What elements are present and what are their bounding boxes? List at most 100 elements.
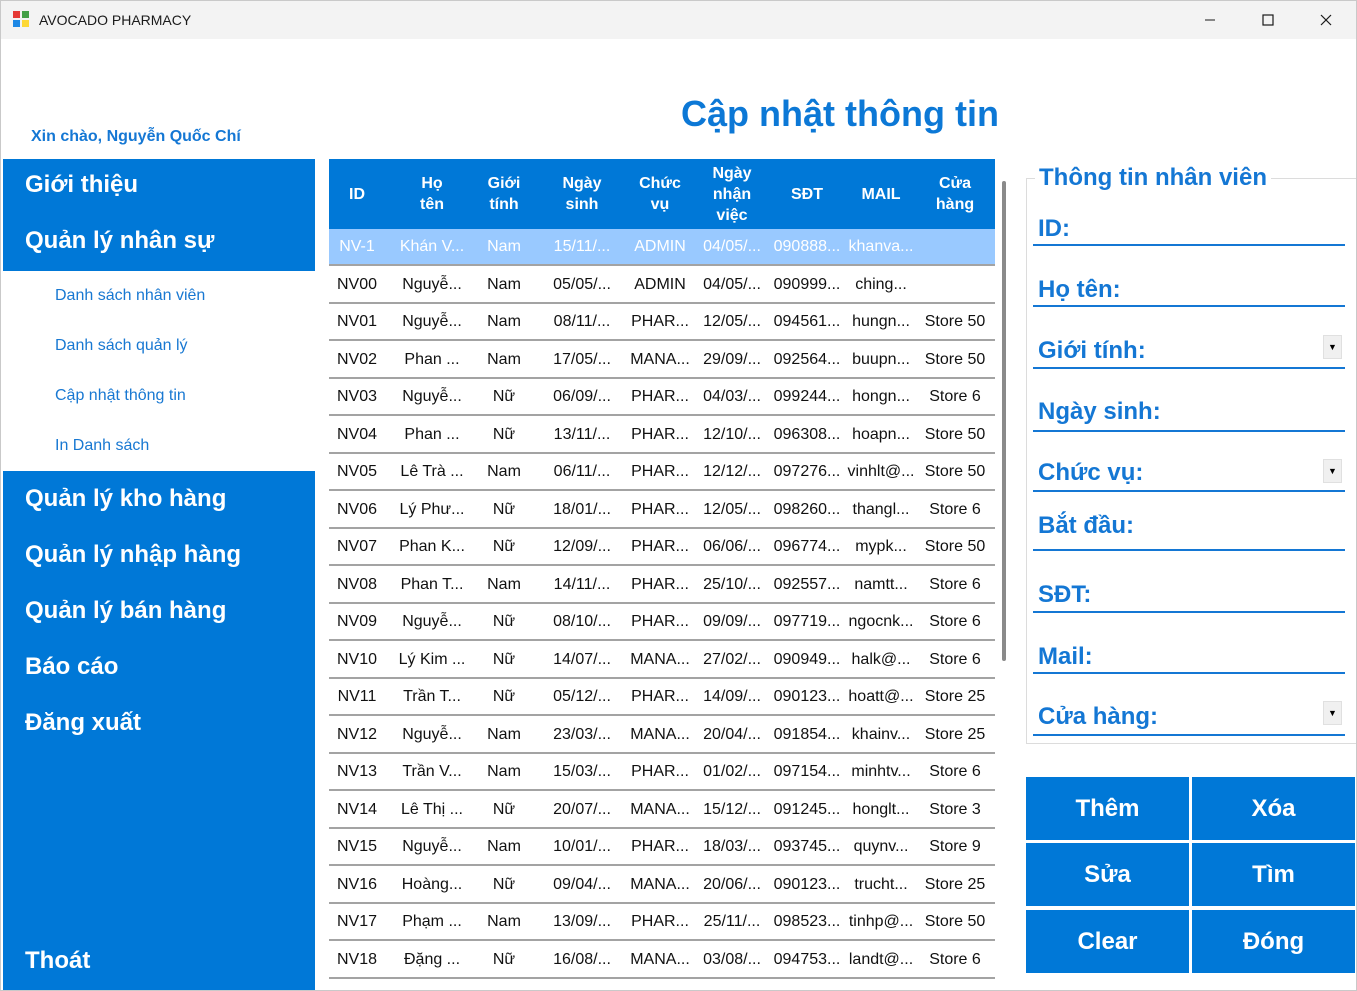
cell-mail: hungn...: [852, 313, 910, 330]
cell-birthdate: 16/08/...: [553, 950, 611, 968]
cell-mail: quynv...: [853, 838, 909, 855]
column-header-store[interactable]: Cửa hàng: [917, 159, 993, 229]
cell-phone: 096774...: [773, 538, 841, 555]
nav-danh-sach-quan-ly[interactable]: Danh sách quản lý: [55, 337, 188, 355]
column-header-line: Cửa: [938, 175, 972, 192]
cell-gender: Nữ: [492, 650, 516, 668]
cell-gender: Nam: [487, 575, 521, 593]
cell-store: Store 50: [924, 425, 986, 443]
table-row[interactable]: NV05 Lê Trà ... Nam 06/11/... PHAR... 12/12/.…: [329, 454, 995, 491]
cell-gender: Nam: [487, 313, 521, 330]
table-row[interactable]: NV03 Nguyễ... Nữ 06/09/... PHAR... 04/03/... 0…: [329, 379, 995, 416]
employee-grid[interactable]: ID Họ tên Giới tính Ngày sinh Chức vụ Ngày nhận việ…: [329, 159, 995, 979]
maximize-button[interactable]: [1239, 1, 1297, 39]
cell-store: Store 6: [929, 388, 981, 405]
column-header-phone[interactable]: SĐT: [769, 159, 845, 229]
field-gender-label: Giới tính:: [1038, 337, 1146, 364]
cell-mail: ngocnk...: [848, 613, 914, 630]
table-row[interactable]: NV08 Phan T... Nam 14/11/... PHAR... 25/10/..…: [329, 566, 995, 604]
nav-quan-ly-ban-hang[interactable]: Quản lý bán hàng: [25, 597, 226, 625]
column-header-name[interactable]: Họ tên: [395, 159, 469, 229]
store-dropdown-button[interactable]: ▼: [1323, 701, 1342, 725]
table-row[interactable]: NV13 Trần V... Nam 15/03/... PHAR... 01/02/..…: [329, 754, 995, 791]
column-header-line: việc: [716, 206, 748, 224]
field-mail-input[interactable]: [1033, 672, 1345, 674]
close-icon: [1320, 14, 1332, 26]
field-gender-select[interactable]: [1033, 367, 1345, 369]
column-header-gender[interactable]: Giới tính: [469, 159, 539, 229]
sidebar: Giới thiệu Quản lý nhân sự Danh sách nhâ…: [3, 159, 315, 990]
column-header-mail[interactable]: MAIL: [845, 159, 917, 229]
close-form-button[interactable]: Đóng: [1192, 910, 1355, 973]
table-row[interactable]: NV00 Nguyễ... Nam 05/05/... ADMIN 04/05/... 09…: [329, 266, 995, 304]
nav-quan-ly-nhan-su[interactable]: Quản lý nhân sự: [25, 227, 214, 255]
add-button[interactable]: Thêm: [1026, 777, 1189, 840]
table-row[interactable]: NV12 Nguyễ... Nam 23/03/... MANA... 20/04/...…: [329, 716, 995, 754]
cell-birthdate: 12/09/...: [553, 538, 611, 555]
field-start-input[interactable]: [1033, 549, 1345, 551]
cell-name: Trần T...: [403, 688, 461, 705]
cell-gender: Nữ: [492, 613, 516, 630]
column-header-birthdate[interactable]: Ngày sinh: [539, 159, 625, 229]
find-button[interactable]: Tìm: [1192, 843, 1355, 906]
table-row[interactable]: NV16 Hoàng... Nữ 09/04/... MANA... 20/06/... 0…: [329, 866, 995, 904]
cell-birthdate: 15/11/...: [553, 238, 611, 255]
nav-in-danh-sach[interactable]: In Danh sách: [55, 437, 149, 455]
nav-gioi-thieu[interactable]: Giới thiệu: [25, 171, 138, 199]
table-row[interactable]: NV18 Đặng ... Nữ 16/08/... MANA... 03/08/... 0…: [329, 941, 995, 979]
close-button[interactable]: [1297, 1, 1355, 39]
table-row[interactable]: NV04 Phan ... Nữ 13/11/... PHAR... 12/10/... 0…: [329, 416, 995, 454]
table-row[interactable]: NV07 Phan K... Nữ 12/09/... PHAR... 06/06/...…: [329, 529, 995, 566]
position-dropdown-button[interactable]: ▼: [1323, 459, 1342, 483]
cell-mail: halk@...: [851, 650, 911, 668]
edit-button[interactable]: Sửa: [1026, 843, 1189, 906]
table-row[interactable]: NV14 Lê Thị ... Nữ 20/07/... MANA... 15/12/..…: [329, 791, 995, 829]
column-header-id[interactable]: ID: [329, 159, 385, 229]
grid-scrollbar[interactable]: [1002, 181, 1006, 661]
field-id-input[interactable]: [1033, 244, 1345, 246]
table-row[interactable]: NV10 Lý Kim ... Nữ 14/07/... MANA... 27/02/..…: [329, 641, 995, 679]
cell-start-date: 29/09/...: [703, 350, 761, 368]
gender-dropdown-button[interactable]: ▼: [1323, 335, 1342, 359]
field-position-select[interactable]: [1033, 490, 1345, 492]
nav-thoat[interactable]: Thoát: [25, 947, 90, 975]
cell-birthdate: 10/01/...: [553, 838, 611, 855]
nav-cap-nhat-thong-tin[interactable]: Cập nhật thông tin: [55, 387, 186, 405]
nav-dang-xuat[interactable]: Đăng xuất: [25, 709, 141, 737]
minimize-button[interactable]: [1181, 1, 1239, 39]
table-row[interactable]: NV01 Nguyễ... Nam 08/11/... PHAR... 12/05/...…: [329, 304, 995, 341]
cell-birthdate: 14/07/...: [553, 650, 611, 668]
cell-id: NV04: [336, 425, 378, 443]
cell-mail: khainv...: [851, 725, 911, 743]
nav-quan-ly-kho-hang[interactable]: Quản lý kho hàng: [25, 485, 226, 513]
table-row[interactable]: NV-1 Khán V... Nam 15/11/... ADMIN 04/05/... 0…: [329, 229, 995, 266]
delete-button[interactable]: Xóa: [1192, 777, 1355, 840]
nav-quan-ly-nhap-hang[interactable]: Quản lý nhập hàng: [25, 541, 241, 569]
nav-danh-sach-nhan-vien[interactable]: Danh sách nhân viên: [55, 287, 205, 305]
field-name-input[interactable]: [1033, 305, 1345, 307]
table-row[interactable]: NV15 Nguyễ... Nam 10/01/... PHAR... 18/03/...…: [329, 829, 995, 866]
field-phone-input[interactable]: [1033, 611, 1345, 613]
field-store-select[interactable]: [1033, 734, 1345, 736]
cell-birthdate: 06/11/...: [553, 463, 611, 480]
table-row[interactable]: NV02 Phan ... Nam 17/05/... MANA... 29/09/...…: [329, 341, 995, 379]
field-position-label: Chức vụ:: [1038, 459, 1144, 486]
cell-id: NV02: [336, 350, 378, 368]
table-row[interactable]: NV11 Trần T... Nữ 05/12/... PHAR... 14/09/...…: [329, 679, 995, 716]
cell-start-date: 04/05/...: [703, 238, 761, 255]
nav-bao-cao[interactable]: Báo cáo: [25, 653, 118, 681]
cell-birthdate: 15/03/...: [553, 763, 611, 780]
column-header-line: Giới: [487, 175, 521, 192]
table-row[interactable]: NV17 Phạm ... Nam 13/09/... PHAR... 25/11/...…: [329, 904, 995, 941]
cell-mail: buupn...: [852, 350, 910, 368]
cell-mail: namtt...: [854, 575, 908, 593]
column-header-start-date[interactable]: Ngày nhận việc: [695, 159, 769, 229]
table-row[interactable]: NV09 Nguyễ... Nữ 08/10/... PHAR... 09/09/... 0…: [329, 604, 995, 641]
cell-phone: 090123...: [773, 688, 841, 705]
field-birthdate-input[interactable]: [1033, 430, 1345, 432]
cell-start-date: 18/03/...: [703, 838, 761, 855]
table-row[interactable]: NV06 Lý Phư... Nữ 18/01/... PHAR... 12/05/...…: [329, 491, 995, 529]
clear-button[interactable]: Clear: [1026, 910, 1189, 973]
cell-position: MANA...: [630, 950, 690, 968]
column-header-position[interactable]: Chức vụ: [625, 159, 695, 229]
